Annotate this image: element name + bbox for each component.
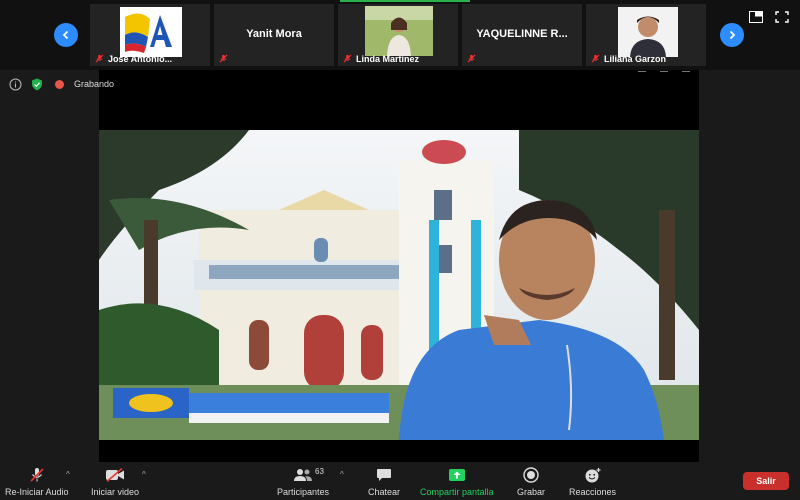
view-layout-icon[interactable] xyxy=(749,11,763,23)
participant-tile[interactable]: YAQUELINNE R... xyxy=(462,4,582,66)
microphone-muted-icon xyxy=(467,54,476,63)
recording-label: Grabando xyxy=(74,79,115,89)
participants-options-caret[interactable]: ^ xyxy=(340,470,344,479)
record-icon xyxy=(523,467,539,483)
reactions-smiley-icon xyxy=(585,468,601,483)
participant-name: Linda Martinez xyxy=(356,54,420,64)
maximize-icon[interactable] xyxy=(660,71,668,77)
participant-name: YAQUELINNE R... xyxy=(476,28,568,40)
shared-video-frame xyxy=(99,130,699,440)
participant-tile[interactable]: Linda Martinez xyxy=(338,4,458,66)
audio-options-caret[interactable]: ^ xyxy=(66,470,70,479)
participant-name: Liliana Garzon xyxy=(604,54,667,64)
share-screen-label: Compartir pantalla xyxy=(420,487,494,497)
audio-button[interactable]: Re-Iniciar Audio xyxy=(5,466,69,497)
participant-video-image xyxy=(618,7,678,57)
shield-icon xyxy=(32,78,42,90)
video-window-controls xyxy=(638,71,690,77)
microphone-muted-icon xyxy=(219,54,228,63)
participant-strip: Jose Antonio... Yanit Mora Linda Martine… xyxy=(0,0,800,70)
meeting-toolbar: Re-Iniciar Audio ^ Iniciar video ^ 63 Pa… xyxy=(0,462,800,500)
microphone-off-icon xyxy=(30,468,44,482)
record-button[interactable]: Grabar xyxy=(517,466,545,497)
participant-tile[interactable]: Jose Antonio... xyxy=(90,4,210,66)
close-icon[interactable] xyxy=(682,71,690,77)
participant-logo-image xyxy=(120,7,182,57)
leave-meeting-button[interactable]: Salir xyxy=(743,472,789,490)
chat-icon xyxy=(377,469,392,481)
minimize-icon[interactable] xyxy=(638,71,646,77)
chevron-left-icon xyxy=(62,30,69,40)
chat-label: Chatear xyxy=(368,487,401,497)
active-speaker-indicator xyxy=(340,0,470,2)
recording-indicator xyxy=(52,77,66,91)
next-page-button[interactable] xyxy=(720,23,744,47)
fullscreen-icon[interactable] xyxy=(775,11,789,23)
participant-name: Jose Antonio... xyxy=(108,54,173,64)
camera-off-icon xyxy=(106,468,125,482)
meeting-info-button[interactable] xyxy=(8,77,22,91)
participants-icon xyxy=(294,469,313,481)
info-icon xyxy=(9,78,21,90)
chevron-right-icon xyxy=(729,30,736,40)
participant-tile[interactable]: Liliana Garzon xyxy=(586,4,706,66)
share-screen-button[interactable]: Compartir pantalla xyxy=(420,466,494,497)
meeting-status-bar: Grabando xyxy=(8,76,114,92)
reactions-button[interactable]: Reacciones xyxy=(569,466,616,497)
video-options-caret[interactable]: ^ xyxy=(142,470,146,479)
encryption-shield-button[interactable] xyxy=(30,77,44,91)
participants-count: 63 xyxy=(315,467,324,476)
recording-dot-icon xyxy=(54,79,64,89)
video-label: Iniciar video xyxy=(91,487,140,497)
participant-tile[interactable]: Yanit Mora xyxy=(214,4,334,66)
reactions-label: Reacciones xyxy=(569,487,617,497)
share-screen-icon xyxy=(448,469,465,481)
video-button[interactable]: Iniciar video xyxy=(91,466,139,497)
participant-video-image xyxy=(365,6,433,56)
speaker-video-image xyxy=(99,130,699,440)
participant-name: Yanit Mora xyxy=(246,28,302,40)
chat-button[interactable]: Chatear xyxy=(368,466,400,497)
participants-button[interactable]: 63 Participantes xyxy=(277,466,329,497)
participants-label: Participantes xyxy=(277,487,330,497)
audio-label: Re-Iniciar Audio xyxy=(5,487,69,497)
record-label: Grabar xyxy=(517,487,546,497)
previous-page-button[interactable] xyxy=(54,23,78,47)
